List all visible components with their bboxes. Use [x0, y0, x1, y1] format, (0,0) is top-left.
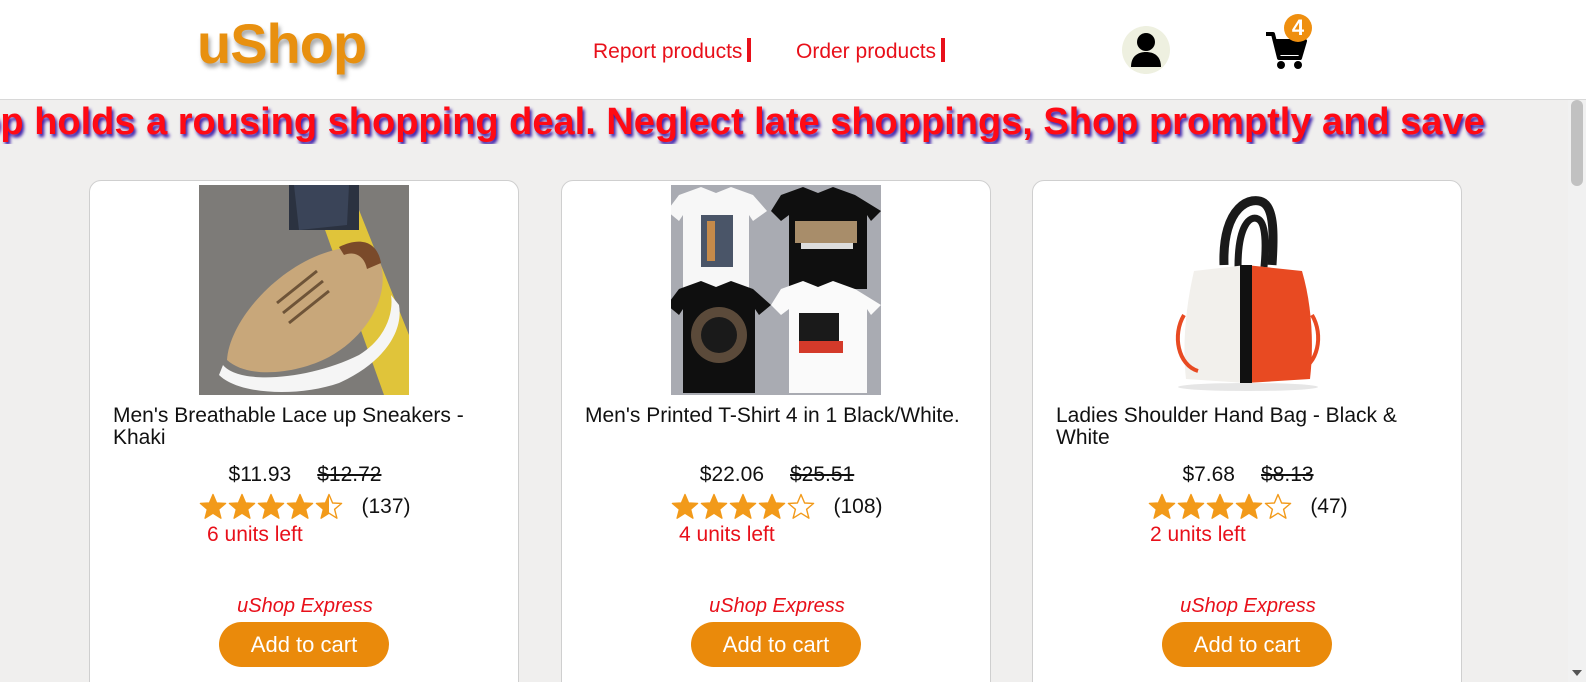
current-price: $11.93 [228, 463, 292, 486]
product-image[interactable] [1142, 185, 1352, 395]
star-full-icon [287, 493, 314, 519]
nav-order-label: Order products [796, 40, 937, 63]
cart-count-badge: 4 [1284, 14, 1312, 42]
star-empty-icon [788, 493, 815, 519]
star-rating [1148, 493, 1292, 521]
scrollbar-thumb[interactable] [1571, 100, 1583, 186]
star-full-icon [258, 493, 285, 519]
star-full-icon [1236, 493, 1263, 519]
review-count: (137) [361, 495, 411, 518]
star-full-icon [1149, 493, 1176, 519]
scroll-down-icon[interactable] [1572, 670, 1582, 676]
product-image[interactable] [671, 185, 881, 395]
express-badge: uShop Express [1180, 595, 1316, 617]
product-title[interactable]: Men's Breathable Lace up Sneakers - Khak… [113, 405, 508, 449]
star-full-icon [1178, 493, 1205, 519]
user-account-button[interactable] [1122, 26, 1170, 74]
star-empty-icon [1265, 493, 1292, 519]
nav-divider [941, 38, 946, 62]
promo-banner: hop holds a rousing shopping deal. Negle… [0, 100, 1560, 144]
star-full-icon [701, 493, 728, 519]
star-rating [671, 493, 815, 521]
stock-status: 4 units left [679, 523, 775, 546]
rating-row: (137) [90, 493, 520, 521]
product-title[interactable]: Men's Printed T-Shirt 4 in 1 Black/White… [585, 405, 980, 427]
price-row: $22.06 $25.51 [562, 463, 992, 487]
product-image[interactable] [199, 185, 409, 395]
site-logo[interactable]: uShop [197, 16, 367, 72]
star-full-icon [672, 493, 699, 519]
khaki-sneaker-photo [199, 185, 409, 395]
star-full-icon [1207, 493, 1234, 519]
promo-banner-text: hop holds a rousing shopping deal. Negle… [0, 101, 1485, 143]
stock-status: 2 units left [1150, 523, 1246, 546]
old-price: $25.51 [790, 463, 855, 486]
rating-row: (108) [562, 493, 992, 521]
star-full-icon [730, 493, 757, 519]
nav-divider [747, 38, 752, 62]
page-scrollbar[interactable] [1568, 100, 1586, 682]
stock-status: 6 units left [207, 523, 303, 546]
star-half-icon [316, 493, 343, 519]
product-card[interactable]: Ladies Shoulder Hand Bag - Black & White… [1032, 180, 1462, 682]
rating-row: (47) [1033, 493, 1463, 521]
nav-report-products[interactable]: Report products [593, 38, 752, 65]
star-full-icon [229, 493, 256, 519]
star-full-icon [759, 493, 786, 519]
add-to-cart-button[interactable]: Add to cart [1162, 622, 1332, 667]
express-badge: uShop Express [237, 595, 373, 617]
star-rating [199, 493, 343, 521]
old-price: $12.72 [317, 463, 382, 486]
current-price: $7.68 [1182, 463, 1235, 486]
star-full-icon [200, 493, 227, 519]
user-icon [1131, 33, 1161, 67]
product-card[interactable]: Men's Printed T-Shirt 4 in 1 Black/White… [561, 180, 991, 682]
old-price: $8.13 [1261, 463, 1314, 486]
add-to-cart-button[interactable]: Add to cart [219, 622, 389, 667]
price-row: $7.68 $8.13 [1033, 463, 1463, 487]
current-price: $22.06 [699, 463, 764, 486]
handbag-photo [1142, 185, 1352, 395]
express-badge: uShop Express [709, 595, 845, 617]
top-header: uShop Report products Order products 4 [0, 0, 1586, 100]
nav-order-products[interactable]: Order products [796, 38, 946, 65]
product-title[interactable]: Ladies Shoulder Hand Bag - Black & White [1056, 405, 1451, 449]
product-card[interactable]: Men's Breathable Lace up Sneakers - Khak… [89, 180, 519, 682]
nav-report-label: Report products [593, 40, 743, 63]
review-count: (47) [1310, 495, 1348, 518]
add-to-cart-button[interactable]: Add to cart [691, 622, 861, 667]
price-row: $11.93 $12.72 [90, 463, 520, 487]
review-count: (108) [833, 495, 883, 518]
printed-tshirts-photo [671, 185, 881, 395]
cart-button[interactable]: 4 [1264, 14, 1316, 70]
